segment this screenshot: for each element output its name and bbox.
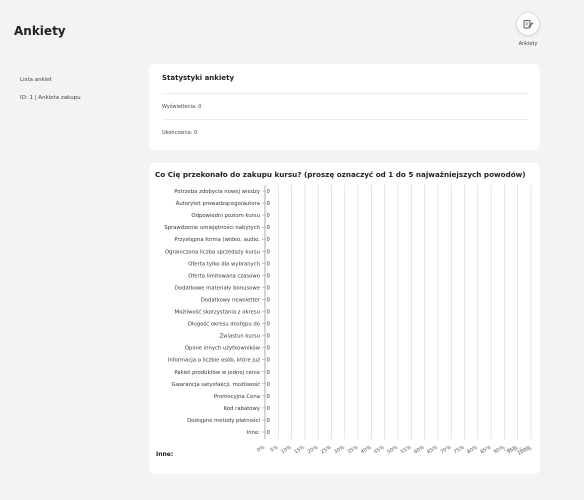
views-count: Wyświetlenia: 0 (162, 104, 202, 110)
x-tick-label: 15% (293, 444, 306, 455)
y-category-label: Przystępna forma (wideo, audio, (174, 237, 260, 243)
data-label: 0 (267, 358, 271, 364)
data-label: 0 (267, 394, 271, 400)
y-category-label: Dodatkowy newsletter (201, 297, 261, 303)
y-category-label: Odpowiedni poziom kursu (191, 213, 260, 219)
x-tick-label: 5% (269, 444, 279, 453)
data-label: 0 (267, 189, 271, 195)
y-category-label: Gwarancja satysfakcji, możliwość (171, 381, 260, 388)
y-category-label: Autorytet prowadzącego/autora (176, 201, 260, 207)
stats-title: Statystyki ankiety (162, 74, 235, 82)
y-category-label: Potrzeba zdobycia nowej wiedzy (174, 189, 260, 195)
x-tick-label: 55% (400, 444, 413, 455)
y-category-label: Opinie innych użytkowników (185, 345, 261, 352)
question-results-card: Co Cię przekonało do zakupu kursu? (pros… (149, 163, 540, 474)
x-tick-label: 60% (413, 444, 426, 455)
data-label: 0 (267, 273, 271, 279)
completions-count: Ukończenia: 0 (162, 130, 198, 136)
x-tick-label: 45% (373, 444, 386, 455)
y-category-label: Możliwość skorzystania z okresu (175, 309, 261, 316)
y-category-label: Informacja o liczbie osób, które już (168, 357, 260, 364)
x-tick-label: 10% (280, 444, 293, 455)
x-tick-label: 80% (466, 444, 479, 455)
x-tick-label: 85% (479, 444, 492, 455)
x-tick-label: 65% (426, 444, 439, 455)
data-label: 0 (267, 310, 271, 316)
y-category-label: Ograniczona liczba sprzedaży kursu (165, 249, 260, 255)
x-tick-label: 35% (346, 444, 359, 455)
data-label: 0 (267, 322, 271, 328)
data-label: 0 (267, 261, 271, 267)
x-tick-label: 40% (360, 444, 373, 455)
data-label: 0 (267, 418, 271, 424)
data-label: 0 (267, 237, 271, 243)
x-tick-label: 75% (453, 444, 466, 455)
data-label: 0 (267, 346, 271, 352)
x-tick-label: 30% (333, 444, 346, 455)
data-label: 0 (267, 225, 271, 231)
x-tick-label: 20% (307, 444, 320, 455)
x-tick-label: 50% (386, 444, 399, 455)
data-label: 0 (267, 430, 271, 436)
survey-icon (516, 12, 540, 36)
y-category-label: Dodatkowe materiały bonusowe (175, 285, 260, 291)
y-category-label: Długość okresu dostępu do (188, 321, 260, 328)
data-label: 0 (267, 297, 271, 303)
divider (162, 93, 528, 94)
x-tick-label: 70% (440, 444, 453, 455)
y-category-label: Promocyjna Cena (214, 394, 260, 400)
other-answers-label: Inne: (156, 451, 174, 458)
data-label: 0 (267, 370, 271, 376)
data-label: 0 (267, 285, 271, 291)
y-category-label: Sprawdzenie umiejętności nabytych (164, 224, 260, 231)
data-label: 0 (267, 213, 271, 219)
surveys-nav-label: Ankiety (518, 41, 538, 47)
y-category-label: Oferta tylko dla wybranych (188, 261, 260, 267)
y-category-label: Kod rabatowy (224, 406, 260, 412)
x-tick-label: 0% (256, 444, 266, 453)
y-category-label: Inne: (247, 430, 261, 436)
data-label: 0 (267, 334, 271, 340)
y-category-label: Oferta limitowana czasowo (188, 273, 260, 279)
y-category-label: Zwiastun kursu (220, 334, 260, 340)
results-bar-chart: 0% 5% 10% 15% 20% 25% 30% 35% 40% 45% 50% 55% 60% 65%… (164, 185, 532, 457)
data-label: 0 (267, 201, 271, 207)
survey-stats-card: Statystyki ankiety Wyświetlenia: 0 Ukońc… (149, 64, 540, 150)
sidebar-item-survey-list[interactable]: Lista ankiet (20, 77, 52, 83)
surveys-nav-button[interactable]: Ankiety (513, 12, 543, 47)
x-tick-label: 25% (320, 444, 333, 455)
data-label: 0 (267, 382, 271, 388)
chart-credit: CanvasJS.com (503, 447, 532, 452)
page-title: Ankiety (14, 24, 66, 38)
sidebar-item-current-survey[interactable]: ID: 1 | Ankieta zakupu (20, 95, 81, 101)
y-category-label: Pakiet produktów w jednej cenie (174, 369, 260, 376)
y-category-label: Dostępne metody płatności (187, 417, 260, 424)
data-label: 0 (267, 406, 271, 412)
data-label: 0 (267, 249, 271, 255)
divider (162, 119, 528, 120)
